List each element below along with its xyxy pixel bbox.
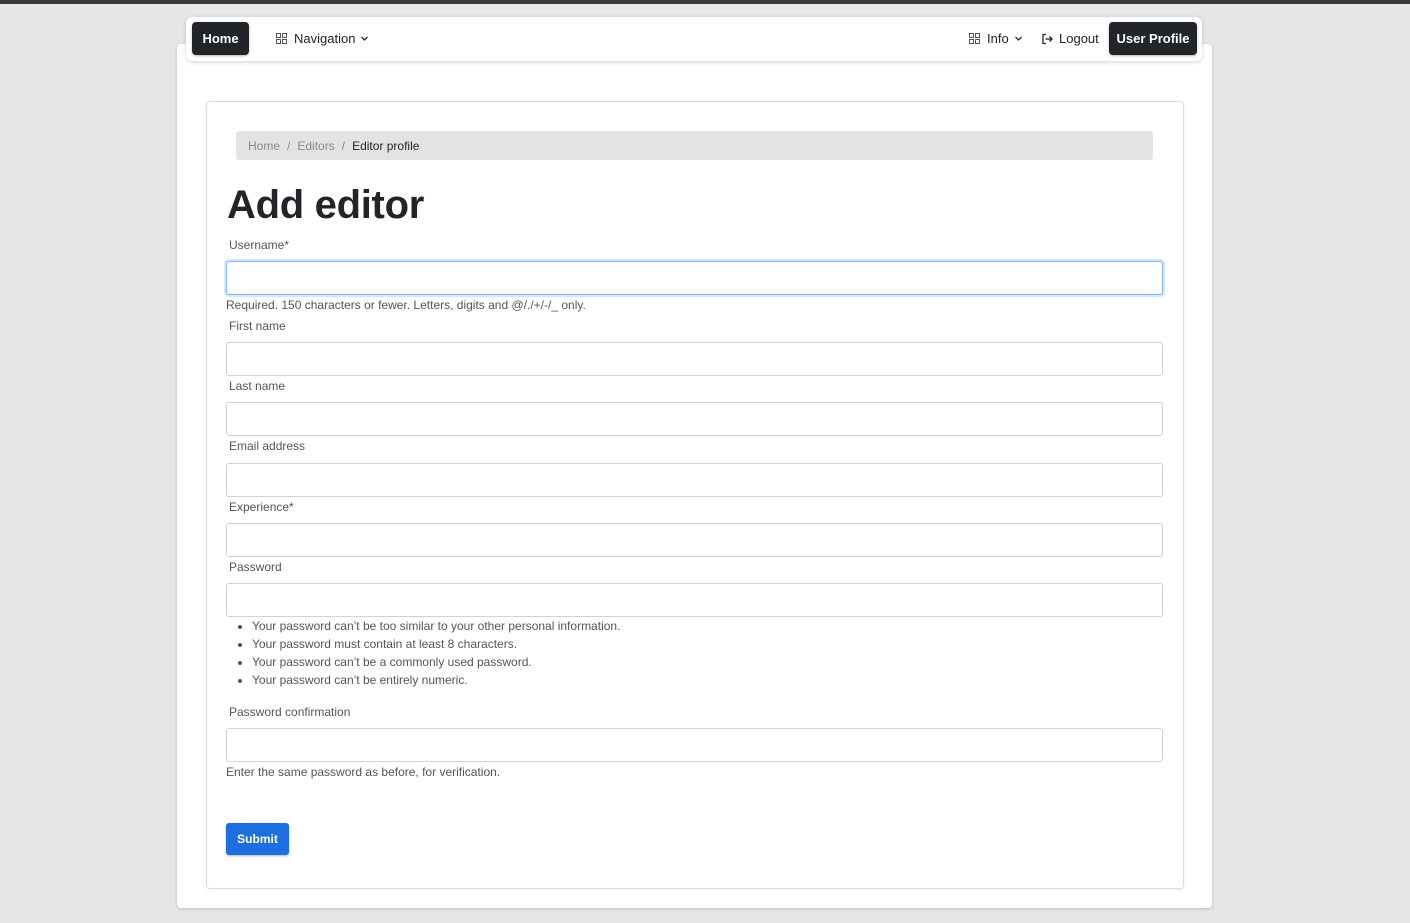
chevron-down-icon xyxy=(1014,34,1023,43)
first-name-input[interactable] xyxy=(226,342,1163,376)
breadcrumb-current: Editor profile xyxy=(352,138,420,153)
password-confirmation-help: Enter the same password as before, for v… xyxy=(226,765,501,779)
email-input[interactable] xyxy=(226,463,1163,497)
breadcrumb: Home / Editors / Editor profile xyxy=(236,131,1153,160)
first-name-label: First name xyxy=(229,319,286,333)
breadcrumb-editors[interactable]: Editors xyxy=(297,139,334,153)
breadcrumb-separator: / xyxy=(341,138,346,153)
password-rule: Your password can’t be entirely numeric. xyxy=(252,671,620,689)
password-rules-list: Your password can’t be too similar to yo… xyxy=(226,617,620,689)
password-confirmation-input[interactable] xyxy=(226,728,1163,762)
submit-button[interactable]: Submit xyxy=(226,823,289,855)
info-label: Info xyxy=(987,31,1009,46)
breadcrumb-separator: / xyxy=(287,138,291,153)
top-border xyxy=(0,0,1410,4)
info-dropdown[interactable]: Info xyxy=(969,30,1023,47)
password-rule: Your password can’t be too similar to yo… xyxy=(252,617,620,635)
home-button[interactable]: Home xyxy=(192,22,249,55)
chevron-down-icon xyxy=(360,34,369,43)
logout-label: Logout xyxy=(1059,31,1099,46)
password-label: Password xyxy=(229,560,282,574)
logout-link[interactable]: Logout xyxy=(1041,30,1099,47)
password-input[interactable] xyxy=(226,583,1163,617)
username-help: Required. 150 characters or fewer. Lette… xyxy=(226,298,586,312)
page-title: Add editor xyxy=(227,183,424,227)
last-name-label: Last name xyxy=(229,379,286,393)
navigation-dropdown[interactable]: Navigation xyxy=(276,30,369,47)
grid-icon xyxy=(969,33,980,44)
breadcrumb-home[interactable]: Home xyxy=(248,139,280,153)
user-profile-button[interactable]: User Profile xyxy=(1109,22,1197,55)
logout-icon xyxy=(1041,33,1053,45)
experience-input[interactable] xyxy=(226,523,1163,557)
grid-icon xyxy=(276,33,287,44)
username-input[interactable] xyxy=(226,261,1163,295)
password-rule: Your password must contain at least 8 ch… xyxy=(252,635,620,653)
navigation-label: Navigation xyxy=(294,31,356,46)
password-rule: Your password can’t be a commonly used p… xyxy=(252,653,620,671)
password-confirmation-label: Password confirmation xyxy=(229,705,351,719)
last-name-input[interactable] xyxy=(226,402,1163,436)
email-label: Email address xyxy=(229,439,306,453)
username-label: Username* xyxy=(229,238,290,252)
experience-label: Experience* xyxy=(229,500,294,514)
